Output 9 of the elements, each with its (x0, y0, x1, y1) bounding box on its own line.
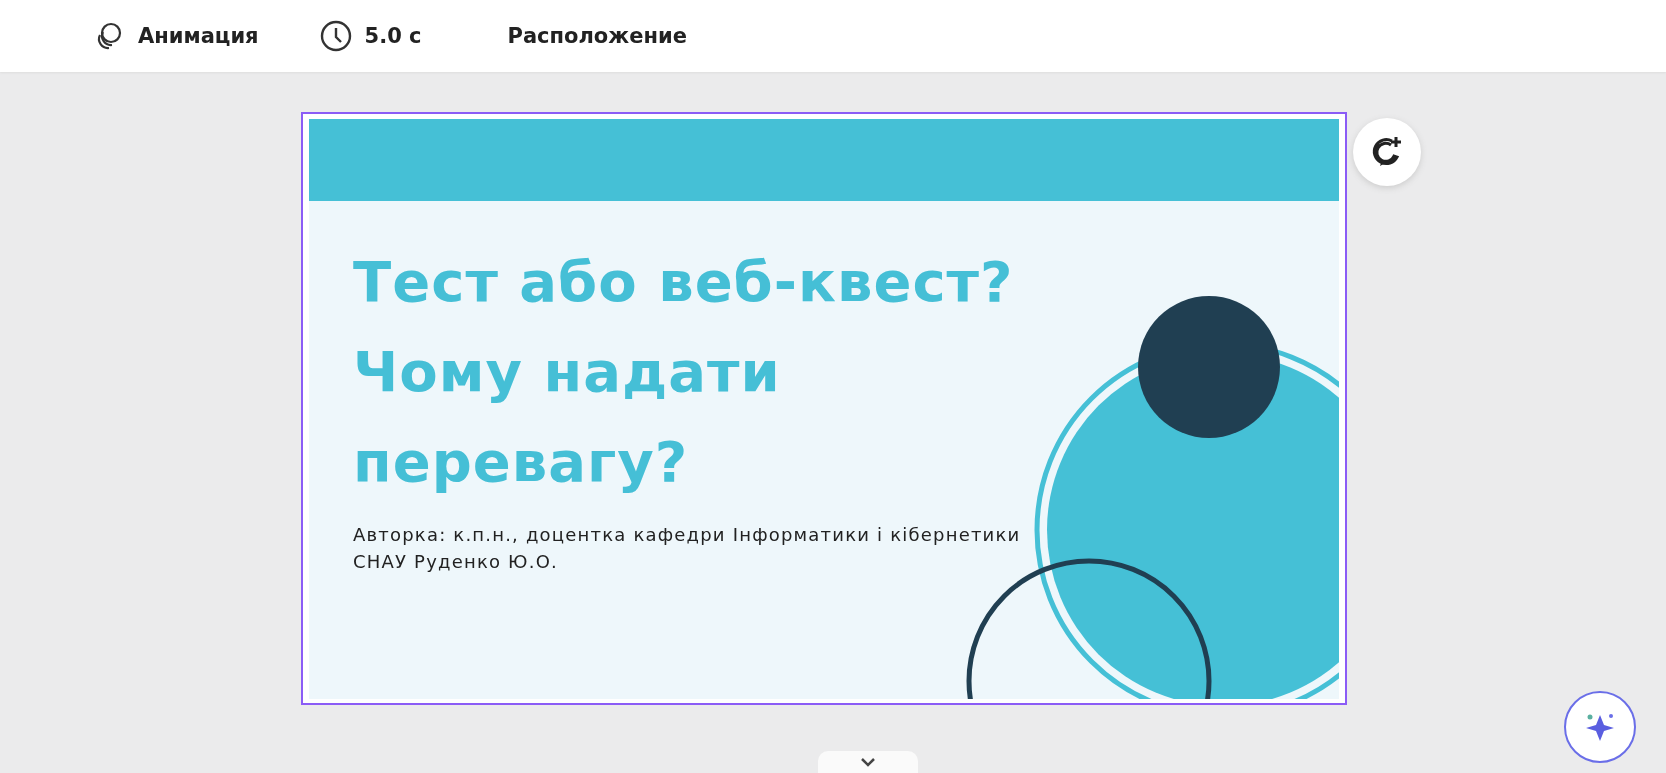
animation-button[interactable]: Анимация (84, 13, 267, 59)
add-comment-button[interactable] (1353, 118, 1421, 186)
slide-title: Тест або веб-квест? Чому надати перевагу? (353, 248, 1014, 496)
position-button[interactable]: Расположение (499, 18, 695, 54)
author-text: Авторка: к.п.н., доцентка кафедри Інформатики і кібернетики СНАУ Руденко Ю.О. (353, 523, 1021, 574)
clock-icon (318, 19, 353, 53)
slide-frame[interactable]: Тест або веб-квест? Чому надати перевагу? Авторка: к.п.н., доцентка кафедри Інформатики і кібернетики СНАУ Руденко Ю.О. (301, 112, 1347, 705)
chevron-down-icon (860, 757, 876, 767)
duration-button[interactable]: 5.0 с (310, 13, 430, 59)
